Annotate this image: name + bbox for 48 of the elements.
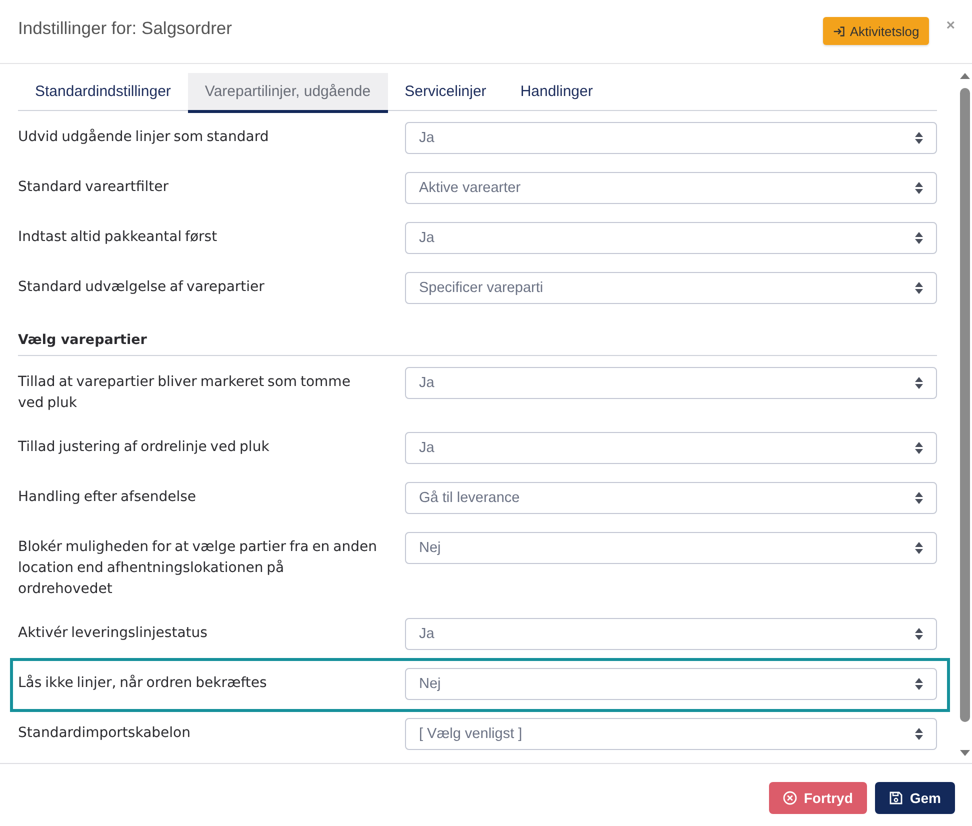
save-button[interactable]: Gem <box>874 782 955 814</box>
setting-label: Tillad at varepartier bliver markeret som tomme ved pluk <box>18 373 352 413</box>
setting-dropdown[interactable]: Ja <box>405 367 937 399</box>
setting-label: Aktivér leveringslinjestatus <box>18 624 208 643</box>
sort-caret-icon <box>915 132 923 144</box>
tab[interactable]: Handlinger <box>503 73 610 113</box>
setting-dropdown[interactable]: Ja <box>405 432 937 464</box>
sort-caret-icon <box>915 182 923 194</box>
setting-dropdown[interactable]: Specificer vareparti <box>405 272 937 304</box>
setting-label: Lås ikke linjer, når ordren bekræftes <box>18 674 268 693</box>
tab[interactable]: Standardindstillinger <box>18 73 188 113</box>
setting-dropdown[interactable]: [ Vælg venligst ] <box>405 718 937 750</box>
setting-dropdown[interactable]: Nej <box>405 532 937 564</box>
sort-caret-icon <box>915 377 923 389</box>
setting-label: Udvid udgående linjer som standard <box>18 128 270 147</box>
setting-dropdown[interactable]: Ja <box>405 222 937 254</box>
sort-caret-icon <box>915 542 923 554</box>
setting-label: Blokér muligheden for at vælge partier fra en anden location end afhentningslokationen på ordrehovedet <box>18 538 378 599</box>
section-heading: Vælg varepartier <box>18 322 937 356</box>
close-button[interactable]: × <box>946 17 955 35</box>
sort-caret-icon <box>915 728 923 740</box>
sort-caret-icon <box>915 442 923 454</box>
sign-in-icon <box>832 26 845 36</box>
sort-caret-icon <box>915 628 923 640</box>
setting-dropdown[interactable]: Ja <box>405 122 937 154</box>
sort-caret-icon <box>915 492 923 504</box>
setting-label: Standard udvælgelse af varepartier <box>18 278 266 297</box>
activity-log-button[interactable]: Aktivitetslog <box>822 17 930 45</box>
tab[interactable]: Servicelinjer <box>388 73 504 113</box>
setting-label: Standard vareartfilter <box>18 178 170 197</box>
scroll-up-arrow-icon[interactable] <box>960 73 970 79</box>
sort-caret-icon <box>915 678 923 690</box>
scroll-down-arrow-icon[interactable] <box>960 750 970 756</box>
setting-label: Tillad justering af ordrelinje ved pluk <box>18 438 270 457</box>
tab[interactable]: Varepartilinjer, udgående <box>188 73 388 113</box>
setting-label: Indtast altid pakkeantal først <box>18 228 218 247</box>
scrollbar-thumb[interactable] <box>960 88 970 722</box>
setting-dropdown[interactable]: Ja <box>405 618 937 650</box>
sort-caret-icon <box>915 282 923 294</box>
setting-label: Handling efter afsendelse <box>18 488 198 507</box>
dialog-title: Indstillinger for: Salgsordrer <box>18 17 232 39</box>
cancel-button[interactable]: Fortryd <box>768 782 867 814</box>
setting-dropdown[interactable]: Gå til leverance <box>405 482 937 514</box>
sort-caret-icon <box>915 232 923 244</box>
circle-x-icon <box>782 791 797 805</box>
setting-label: Standardimportskabelon <box>18 724 192 743</box>
setting-dropdown[interactable]: Aktive varearter <box>405 172 937 204</box>
setting-dropdown[interactable]: Nej <box>405 668 937 700</box>
